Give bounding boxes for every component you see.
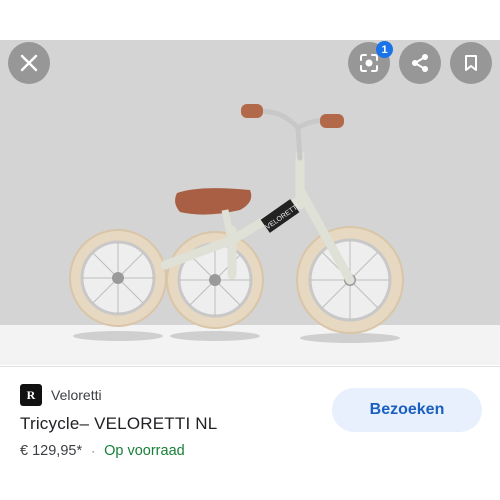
product-image[interactable]: VELORETTI — [0, 40, 500, 365]
image-result-page: VELORETTI 1 R Veloretti Tricycle– VELORE… — [0, 0, 500, 500]
bookmark-icon — [465, 55, 477, 71]
availability-status: Op voorraad — [104, 443, 185, 459]
product-price: € 129,95* — [20, 443, 83, 459]
save-button[interactable] — [450, 42, 492, 84]
share-icon — [412, 54, 428, 72]
lens-icon — [360, 54, 378, 72]
balance-bike-illustration: VELORETTI — [69, 104, 404, 343]
share-button[interactable] — [399, 42, 441, 84]
separator-dot: · — [91, 444, 96, 458]
lens-badge: 1 — [376, 41, 393, 58]
source-name: Veloretti — [51, 387, 102, 403]
divider — [0, 366, 500, 367]
rear-left-wheel — [69, 229, 167, 327]
close-button[interactable] — [8, 42, 50, 84]
price-row: € 129,95* · Op voorraad — [20, 443, 185, 459]
product-title[interactable]: Tricycle– VELORETTI NL — [20, 414, 217, 434]
visit-button[interactable]: Bezoeken — [332, 388, 482, 432]
source-row[interactable]: R Veloretti — [20, 384, 102, 406]
source-logo: R — [20, 384, 42, 406]
close-icon — [20, 54, 38, 72]
